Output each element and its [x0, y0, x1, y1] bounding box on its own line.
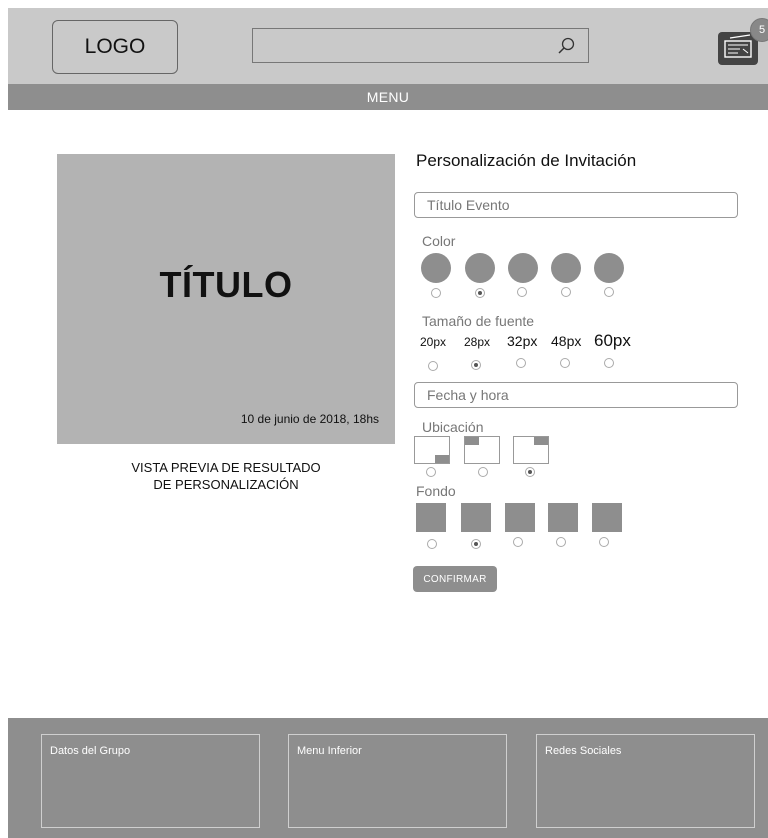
footer-bottom-menu: Menu Inferior — [288, 734, 507, 828]
font-size-label: Tamaño de fuente — [422, 313, 535, 329]
color-radio-1[interactable] — [431, 288, 441, 298]
confirm-button[interactable]: CONFIRMAR — [413, 566, 497, 592]
font-size-radio-2[interactable] — [471, 360, 481, 370]
menu-label: MENU — [366, 89, 410, 105]
footer-social-label: Redes Sociales — [545, 745, 622, 757]
logo-text: LOGO — [84, 35, 146, 58]
font-size-option-20[interactable]: 20px — [420, 335, 446, 349]
background-radio-1[interactable] — [427, 539, 437, 549]
color-swatch-2[interactable] — [465, 253, 495, 283]
background-swatch-3[interactable] — [505, 503, 535, 532]
font-size-option-48[interactable]: 48px — [551, 333, 581, 349]
color-radio-5[interactable] — [604, 287, 614, 297]
color-swatch-1[interactable] — [421, 253, 451, 283]
tickets-cart-button[interactable]: 5 — [716, 18, 768, 66]
color-radio-2[interactable] — [475, 288, 485, 298]
background-swatch-5[interactable] — [592, 503, 622, 532]
footer-social: Redes Sociales — [536, 734, 755, 828]
location-radio-1[interactable] — [426, 467, 436, 477]
datetime-input[interactable] — [415, 383, 737, 407]
header: LOGO 5 — [8, 8, 768, 84]
font-size-option-28[interactable]: 28px — [464, 335, 490, 349]
color-swatch-5[interactable] — [594, 253, 624, 283]
footer: Datos del Grupo Menu Inferior Redes Soci… — [8, 718, 768, 838]
location-label: Ubicación — [422, 419, 484, 435]
background-label: Fondo — [416, 483, 456, 499]
location-option-bottom-right[interactable] — [414, 436, 450, 464]
preview-date: 10 de junio de 2018, 18hs — [240, 412, 379, 426]
location-marker — [534, 437, 548, 445]
color-radio-4[interactable] — [561, 287, 571, 297]
background-radio-3[interactable] — [513, 537, 523, 547]
color-radio-3[interactable] — [517, 287, 527, 297]
color-swatch-3[interactable] — [508, 253, 538, 283]
background-radio-2[interactable] — [471, 539, 481, 549]
logo[interactable]: LOGO — [52, 20, 178, 74]
font-size-radio-1[interactable] — [428, 361, 438, 371]
font-size-radio-5[interactable] — [604, 358, 614, 368]
datetime-field — [414, 382, 738, 408]
preview-caption: VISTA PREVIA DE RESULTADO DE PERSONALIZA… — [131, 460, 321, 492]
preview-title: TÍTULO — [159, 264, 293, 305]
footer-menu-label: Menu Inferior — [297, 745, 362, 757]
background-swatch-2[interactable] — [461, 503, 491, 532]
invitation-preview: TÍTULO 10 de junio de 2018, 18hs — [57, 154, 395, 444]
search-bar — [252, 28, 589, 63]
location-marker — [465, 437, 479, 445]
location-option-top-left[interactable] — [464, 436, 500, 464]
search-input[interactable] — [253, 29, 588, 62]
search-icon[interactable] — [556, 36, 576, 56]
cart-count-badge: 5 — [750, 18, 768, 42]
color-swatch-4[interactable] — [551, 253, 581, 283]
location-radio-3[interactable] — [525, 467, 535, 477]
font-size-option-32[interactable]: 32px — [507, 333, 537, 349]
location-radio-2[interactable] — [478, 467, 488, 477]
background-radio-5[interactable] — [599, 537, 609, 547]
font-size-option-60[interactable]: 60px — [594, 331, 631, 351]
color-label: Color — [422, 233, 456, 249]
background-swatch-4[interactable] — [548, 503, 578, 532]
font-size-radio-4[interactable] — [560, 358, 570, 368]
event-title-input[interactable] — [415, 193, 737, 217]
event-title-field — [414, 192, 738, 218]
background-swatch-1[interactable] — [416, 503, 446, 532]
location-option-top-right[interactable] — [513, 436, 549, 464]
main-menu[interactable]: MENU — [8, 84, 768, 110]
location-marker — [435, 455, 449, 463]
background-radio-4[interactable] — [556, 537, 566, 547]
footer-group-data: Datos del Grupo — [41, 734, 260, 828]
form-heading: Personalización de Invitación — [416, 151, 637, 170]
footer-group-label: Datos del Grupo — [50, 745, 131, 757]
font-size-radio-3[interactable] — [516, 358, 526, 368]
